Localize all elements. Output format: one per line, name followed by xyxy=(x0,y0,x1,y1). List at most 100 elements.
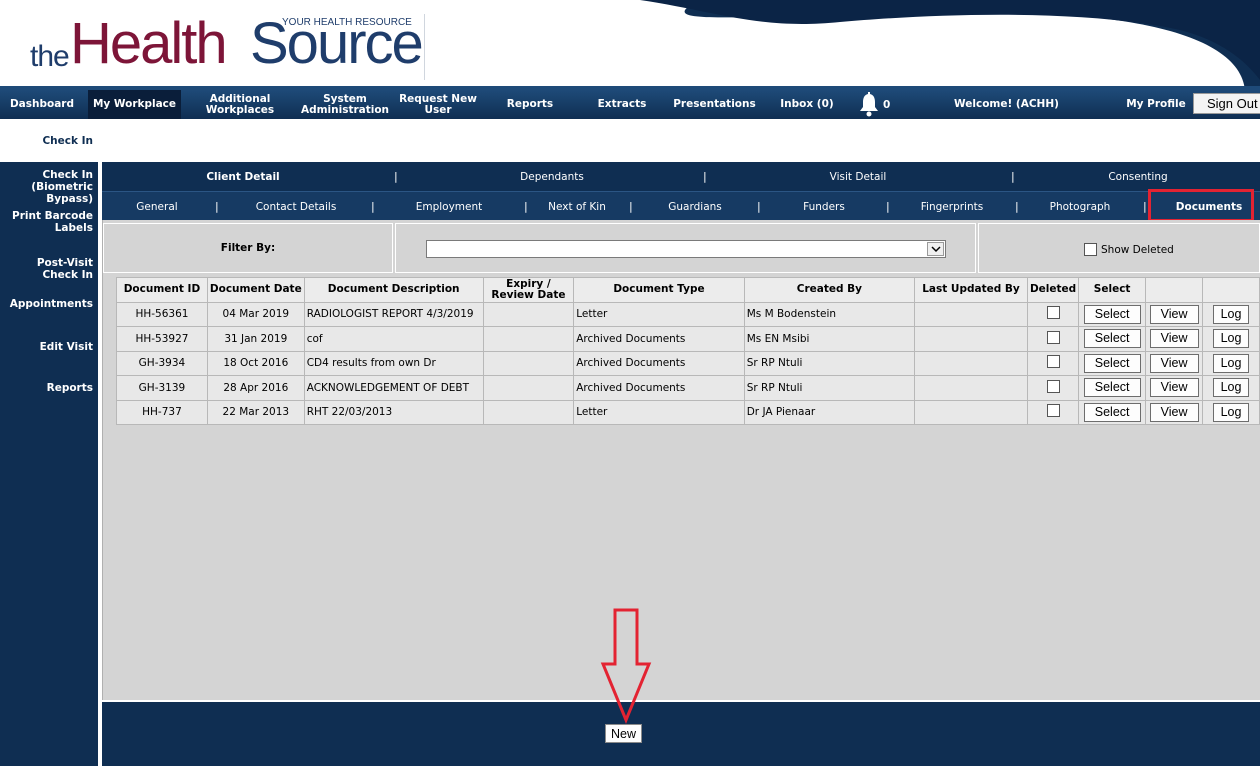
tab-client-detail[interactable]: Client Detail xyxy=(182,162,304,191)
cell-select: Select xyxy=(1078,375,1147,401)
sidebar-item-post-visit[interactable]: Post-Visit Check In xyxy=(0,257,98,281)
column-header-log xyxy=(1202,277,1260,303)
tab-contact-details[interactable]: Contact Details xyxy=(246,192,346,221)
cell-document-id: HH-56361 xyxy=(116,301,208,327)
log-button[interactable]: Log xyxy=(1212,353,1250,373)
tab-visit-detail[interactable]: Visit Detail xyxy=(808,162,908,191)
select-button[interactable]: Select xyxy=(1083,378,1141,398)
cell-document-date: 04 Mar 2019 xyxy=(206,301,305,327)
nav-dashboard[interactable]: Dashboard xyxy=(0,90,84,119)
column-header-last-updated-by: Last Updated By xyxy=(914,277,1028,303)
view-button[interactable]: View xyxy=(1149,329,1199,349)
view-button[interactable]: View xyxy=(1149,402,1199,422)
sidebar-item-appointments[interactable]: Appointments xyxy=(0,298,98,310)
table-row: HH-53927 31 Jan 2019 cof Archived Docume… xyxy=(116,326,1260,352)
cell-created-by: Ms EN Msibi xyxy=(743,326,916,352)
cell-document-description: RHT 22/03/2013 xyxy=(303,399,484,425)
deleted-checkbox[interactable] xyxy=(1046,404,1060,418)
log-button[interactable]: Log xyxy=(1212,378,1250,398)
nav-additional-workplaces[interactable]: Additional Workplaces xyxy=(196,90,284,119)
tab-separator: | xyxy=(886,200,890,213)
sidebar-item-edit-visit[interactable]: Edit Visit xyxy=(0,341,98,353)
sidebar-item-reports[interactable]: Reports xyxy=(0,382,98,394)
cell-log: Log xyxy=(1202,399,1260,425)
view-button[interactable]: View xyxy=(1149,353,1199,373)
cell-last-updated-by xyxy=(914,350,1028,376)
sidebar-item-check-in-biometric[interactable]: Check In (Biometric Bypass) xyxy=(0,169,98,205)
nav-my-workplace[interactable]: My Workplace xyxy=(88,90,181,119)
cell-view: View xyxy=(1145,375,1204,401)
column-header-select: Select xyxy=(1078,277,1147,303)
tab-next-of-kin[interactable]: Next of Kin xyxy=(542,192,612,221)
tab-consenting[interactable]: Consenting xyxy=(1088,162,1188,191)
cell-last-updated-by xyxy=(914,375,1028,401)
cell-document-type: Letter xyxy=(573,399,745,425)
tab-separator: | xyxy=(629,200,633,213)
select-button[interactable]: Select xyxy=(1083,329,1141,349)
nav-system-administration[interactable]: System Administration xyxy=(298,90,392,119)
nav-inbox[interactable]: Inbox (0) xyxy=(772,90,842,119)
logo-divider xyxy=(424,14,425,80)
select-button[interactable]: Select xyxy=(1083,304,1141,324)
deleted-checkbox[interactable] xyxy=(1046,330,1060,344)
main-nav: Dashboard My Workplace Additional Workpl… xyxy=(0,90,1260,119)
nav-request-new-user[interactable]: Request New User xyxy=(396,90,480,119)
cell-document-id: HH-737 xyxy=(116,399,208,425)
tab-fingerprints[interactable]: Fingerprints xyxy=(907,192,997,221)
tab-employment[interactable]: Employment xyxy=(409,192,489,221)
cell-document-type: Archived Documents xyxy=(573,350,745,376)
table-row: GH-3934 18 Oct 2016 CD4 results from own… xyxy=(116,350,1260,376)
table-header-row: Document ID Document Date Document Descr… xyxy=(116,277,1260,303)
tab-separator: | xyxy=(394,170,398,183)
filter-select-cell xyxy=(395,223,976,273)
cell-select: Select xyxy=(1078,399,1147,425)
log-button[interactable]: Log xyxy=(1212,329,1250,349)
log-button[interactable]: Log xyxy=(1212,402,1250,422)
cell-document-id: GH-3934 xyxy=(116,350,208,376)
logo-the: the xyxy=(30,40,70,73)
secondary-tabs: General | Contact Details | Employment |… xyxy=(102,191,1260,220)
log-button[interactable]: Log xyxy=(1212,304,1250,324)
tab-funders[interactable]: Funders xyxy=(789,192,859,221)
cell-document-description: CD4 results from own Dr xyxy=(303,350,484,376)
column-header-document-date: Document Date xyxy=(206,277,305,303)
sign-out-button[interactable]: Sign Out xyxy=(1193,93,1260,114)
nav-extracts[interactable]: Extracts xyxy=(588,90,656,119)
nav-reports[interactable]: Reports xyxy=(495,90,565,119)
nav-my-profile[interactable]: My Profile xyxy=(1122,90,1190,119)
deleted-checkbox[interactable] xyxy=(1046,379,1060,393)
sidebar-item-print-barcode[interactable]: Print Barcode Labels xyxy=(0,210,98,234)
show-deleted-toggle[interactable]: Show Deleted xyxy=(1084,243,1174,256)
cell-select: Select xyxy=(1078,326,1147,352)
tab-separator: | xyxy=(757,200,761,213)
table-row: HH-737 22 Mar 2013 RHT 22/03/2013 Letter… xyxy=(116,399,1260,425)
cell-log: Log xyxy=(1202,375,1260,401)
cell-last-updated-by xyxy=(914,326,1028,352)
cell-created-by: Dr JA Pienaar xyxy=(743,399,916,425)
select-button[interactable]: Select xyxy=(1083,353,1141,373)
cell-last-updated-by xyxy=(914,301,1028,327)
select-button[interactable]: Select xyxy=(1083,402,1141,422)
cell-deleted xyxy=(1026,350,1080,376)
show-deleted-checkbox[interactable] xyxy=(1084,243,1097,256)
cell-created-by: Ms M Bodenstein xyxy=(743,301,916,327)
view-button[interactable]: View xyxy=(1149,378,1199,398)
bell-icon[interactable] xyxy=(856,91,882,117)
tab-photograph[interactable]: Photograph xyxy=(1040,192,1120,221)
tab-guardians[interactable]: Guardians xyxy=(660,192,730,221)
cell-document-date: 22 Mar 2013 xyxy=(206,399,305,425)
logo-health: Health xyxy=(70,11,228,76)
new-button[interactable]: New xyxy=(605,724,642,743)
filter-dropdown[interactable] xyxy=(426,240,946,258)
view-button[interactable]: View xyxy=(1149,304,1199,324)
tab-general[interactable]: General xyxy=(122,192,192,221)
nav-presentations[interactable]: Presentations xyxy=(668,90,761,119)
page-title: Check In xyxy=(42,134,93,147)
cell-log: Log xyxy=(1202,350,1260,376)
deleted-checkbox[interactable] xyxy=(1046,355,1060,369)
column-header-expiry: Expiry / Review Date xyxy=(482,277,575,303)
cell-deleted xyxy=(1026,326,1080,352)
tab-dependants[interactable]: Dependants xyxy=(502,162,602,191)
deleted-checkbox[interactable] xyxy=(1046,306,1060,320)
cell-log: Log xyxy=(1202,326,1260,352)
